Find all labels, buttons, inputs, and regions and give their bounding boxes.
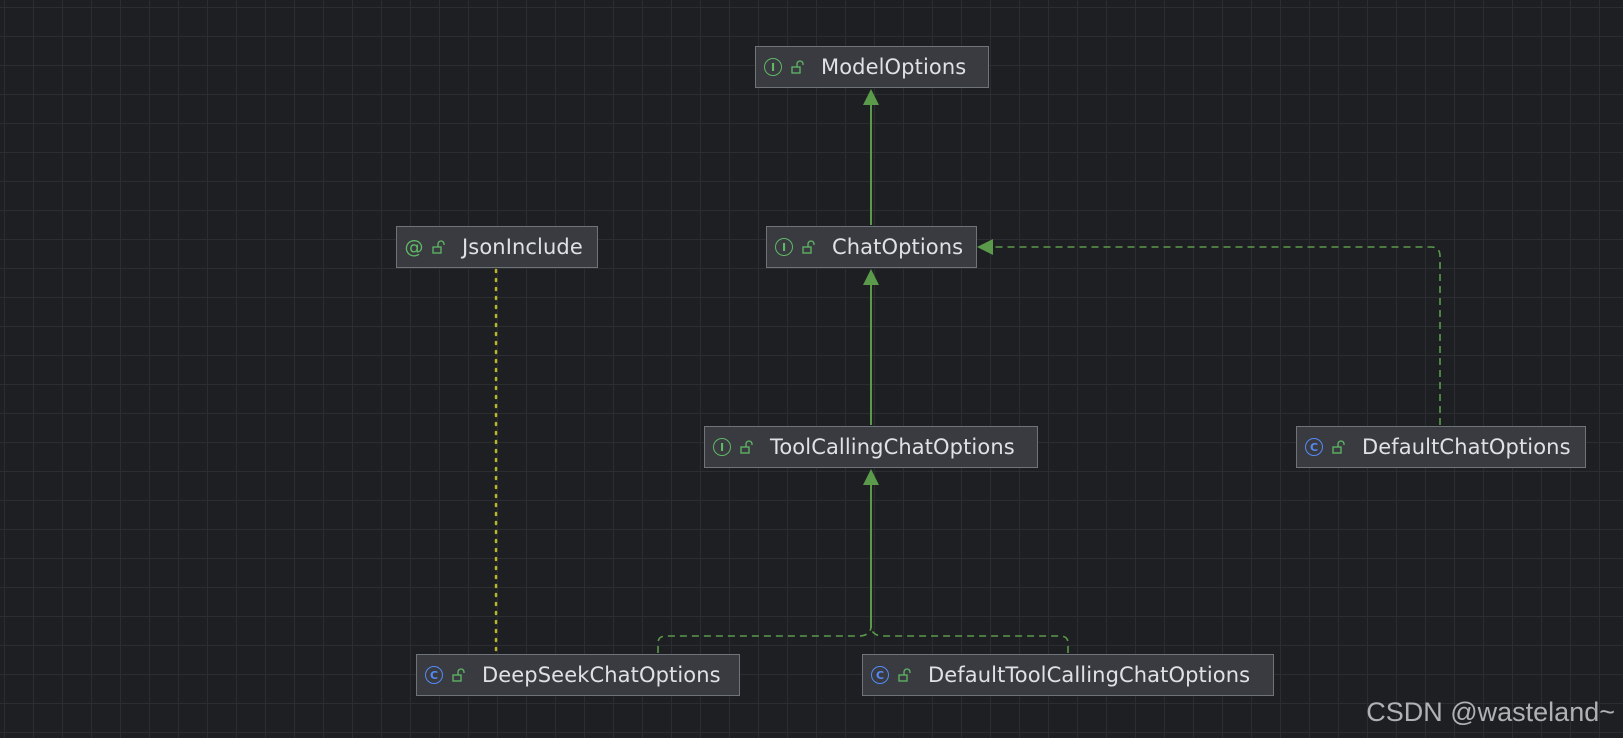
node-label: DeepSeekChatOptions xyxy=(482,663,721,687)
unlocked-icon xyxy=(432,240,445,254)
node-label: DefaultChatOptions xyxy=(1362,435,1571,459)
class-icon: C xyxy=(871,666,889,684)
class-icon: C xyxy=(1305,438,1323,456)
unlocked-icon xyxy=(802,240,815,254)
unlocked-icon xyxy=(1332,440,1345,454)
unlocked-icon xyxy=(898,668,911,682)
interface-icon: I xyxy=(764,58,782,76)
class-icon: C xyxy=(425,666,443,684)
annotation-icon: @ xyxy=(404,235,424,258)
edge-defaultchat-chatoptions xyxy=(992,246,1441,425)
diagram-canvas: I ModelOptions I ChatOptions @ JsonInclu… xyxy=(0,0,1623,738)
arrowhead-chatoptions-right xyxy=(977,239,993,255)
node-tool-calling-chat-options[interactable]: I ToolCallingChatOptions xyxy=(704,426,1038,468)
edge-defaulttool-toolcalling xyxy=(870,627,1069,653)
node-default-tool-calling-chat-options[interactable]: C DefaultToolCallingChatOptions xyxy=(862,654,1274,696)
arrowhead-modeloptions xyxy=(863,89,879,105)
interface-icon: I xyxy=(713,438,731,456)
node-label: DefaultToolCallingChatOptions xyxy=(928,663,1251,687)
node-deepseek-chat-options[interactable]: C DeepSeekChatOptions xyxy=(416,654,740,696)
node-default-chat-options[interactable]: C DefaultChatOptions xyxy=(1296,426,1586,468)
arrowhead-chatoptions-bottom xyxy=(863,269,879,285)
node-json-include[interactable]: @ JsonInclude xyxy=(396,226,598,268)
node-label: ModelOptions xyxy=(821,55,967,79)
node-label: ToolCallingChatOptions xyxy=(770,435,1015,459)
unlocked-icon xyxy=(452,668,465,682)
node-label: ChatOptions xyxy=(832,235,964,259)
interface-icon: I xyxy=(775,238,793,256)
edges-layer xyxy=(494,89,1441,655)
unlocked-icon xyxy=(791,60,804,74)
node-model-options[interactable]: I ModelOptions xyxy=(755,46,989,88)
unlocked-icon xyxy=(740,440,753,454)
node-label: JsonInclude xyxy=(462,235,583,259)
watermark: CSDN @wasteland~ xyxy=(1366,697,1615,727)
arrowhead-toolcalling xyxy=(863,469,879,485)
edge-deepseek-toolcalling xyxy=(657,627,872,653)
node-chat-options[interactable]: I ChatOptions xyxy=(766,226,977,268)
